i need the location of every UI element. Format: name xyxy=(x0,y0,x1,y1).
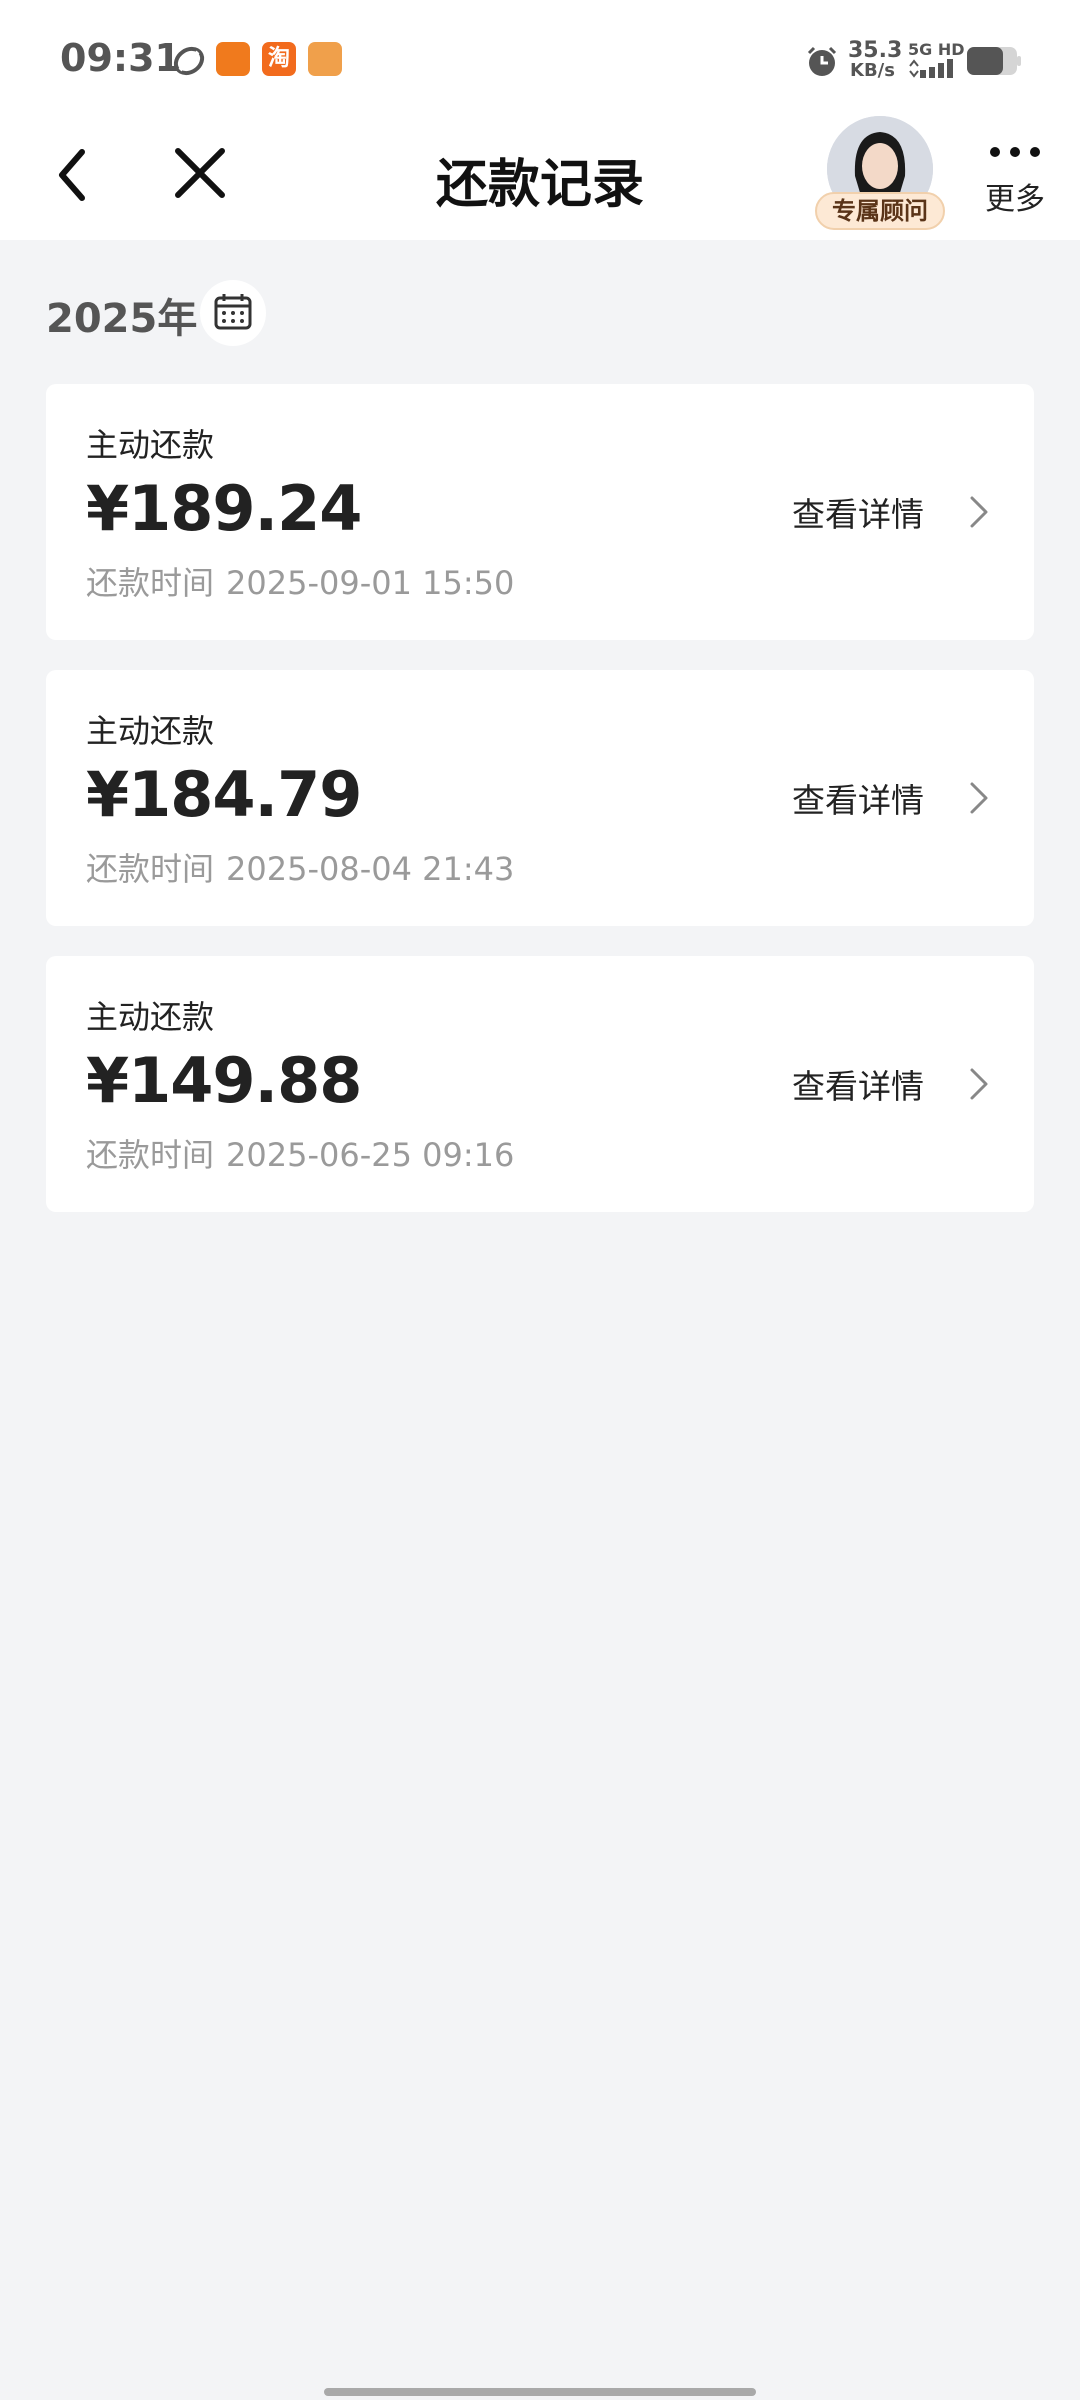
record-type: 主动还款 xyxy=(86,998,215,1036)
view-details-link[interactable]: 查看详情 xyxy=(792,1060,992,1106)
record-amount: ¥184.79 xyxy=(86,758,362,831)
record-amount: ¥149.88 xyxy=(86,1044,362,1117)
nav-bar: 还款记录 专属顾问 更多 xyxy=(0,116,1080,240)
record-time-value: 2025-09-01 15:50 xyxy=(226,564,515,602)
network-type: 5G HD xyxy=(908,40,965,59)
cat-app-icon xyxy=(308,42,342,76)
calendar-icon xyxy=(214,294,252,330)
battery-icon xyxy=(967,47,1021,75)
home-indicator[interactable] xyxy=(324,2388,756,2396)
record-amount: ¥189.24 xyxy=(86,472,362,545)
repayment-record-card[interactable]: 主动还款 ¥149.88 还款时间 2025-06-25 09:16 查看详情 xyxy=(46,956,1034,1212)
taobao-icon: 淘 xyxy=(262,42,296,76)
status-time: 09:31 xyxy=(60,36,181,80)
record-time-value: 2025-08-04 21:43 xyxy=(226,850,515,888)
network-speed-unit: KB/s xyxy=(850,60,895,81)
record-time: 还款时间 2025-06-25 09:16 xyxy=(86,1130,526,1176)
view-details-link[interactable]: 查看详情 xyxy=(792,774,992,820)
record-time-label: 还款时间 xyxy=(86,1136,215,1174)
advisor-badge: 专属顾问 xyxy=(815,192,945,230)
app-icon-orange xyxy=(216,42,250,76)
view-details-label: 查看详情 xyxy=(792,781,924,820)
sync-icon xyxy=(173,46,205,76)
year-label: 2025年 xyxy=(46,296,198,342)
view-details-label: 查看详情 xyxy=(792,495,924,534)
more-label: 更多 xyxy=(985,182,1045,217)
record-time: 还款时间 2025-08-04 21:43 xyxy=(86,844,526,890)
alarm-icon xyxy=(807,46,837,76)
record-time-label: 还款时间 xyxy=(86,850,215,888)
more-dots-icon xyxy=(990,147,1040,157)
chevron-right-icon xyxy=(970,782,988,814)
chevron-right-icon xyxy=(970,496,988,528)
record-type: 主动还款 xyxy=(86,426,215,464)
record-time: 还款时间 2025-09-01 15:50 xyxy=(86,558,526,604)
advisor-button[interactable]: 专属顾问 xyxy=(815,116,945,236)
record-type: 主动还款 xyxy=(86,712,215,750)
record-time-value: 2025-06-25 09:16 xyxy=(226,1136,515,1174)
record-time-label: 还款时间 xyxy=(86,564,215,602)
chevron-right-icon xyxy=(970,1068,988,1100)
view-details-label: 查看详情 xyxy=(792,1067,924,1106)
signal-icon xyxy=(909,59,953,78)
more-button[interactable]: 更多 xyxy=(975,142,1055,232)
view-details-link[interactable]: 查看详情 xyxy=(792,488,992,534)
repayment-record-card[interactable]: 主动还款 ¥184.79 还款时间 2025-08-04 21:43 查看详情 xyxy=(46,670,1034,926)
status-bar: 09:31 淘 35.3 KB/s 5G HD xyxy=(0,0,1080,120)
calendar-button[interactable] xyxy=(200,280,266,346)
repayment-record-card[interactable]: 主动还款 ¥189.24 还款时间 2025-09-01 15:50 查看详情 xyxy=(46,384,1034,640)
